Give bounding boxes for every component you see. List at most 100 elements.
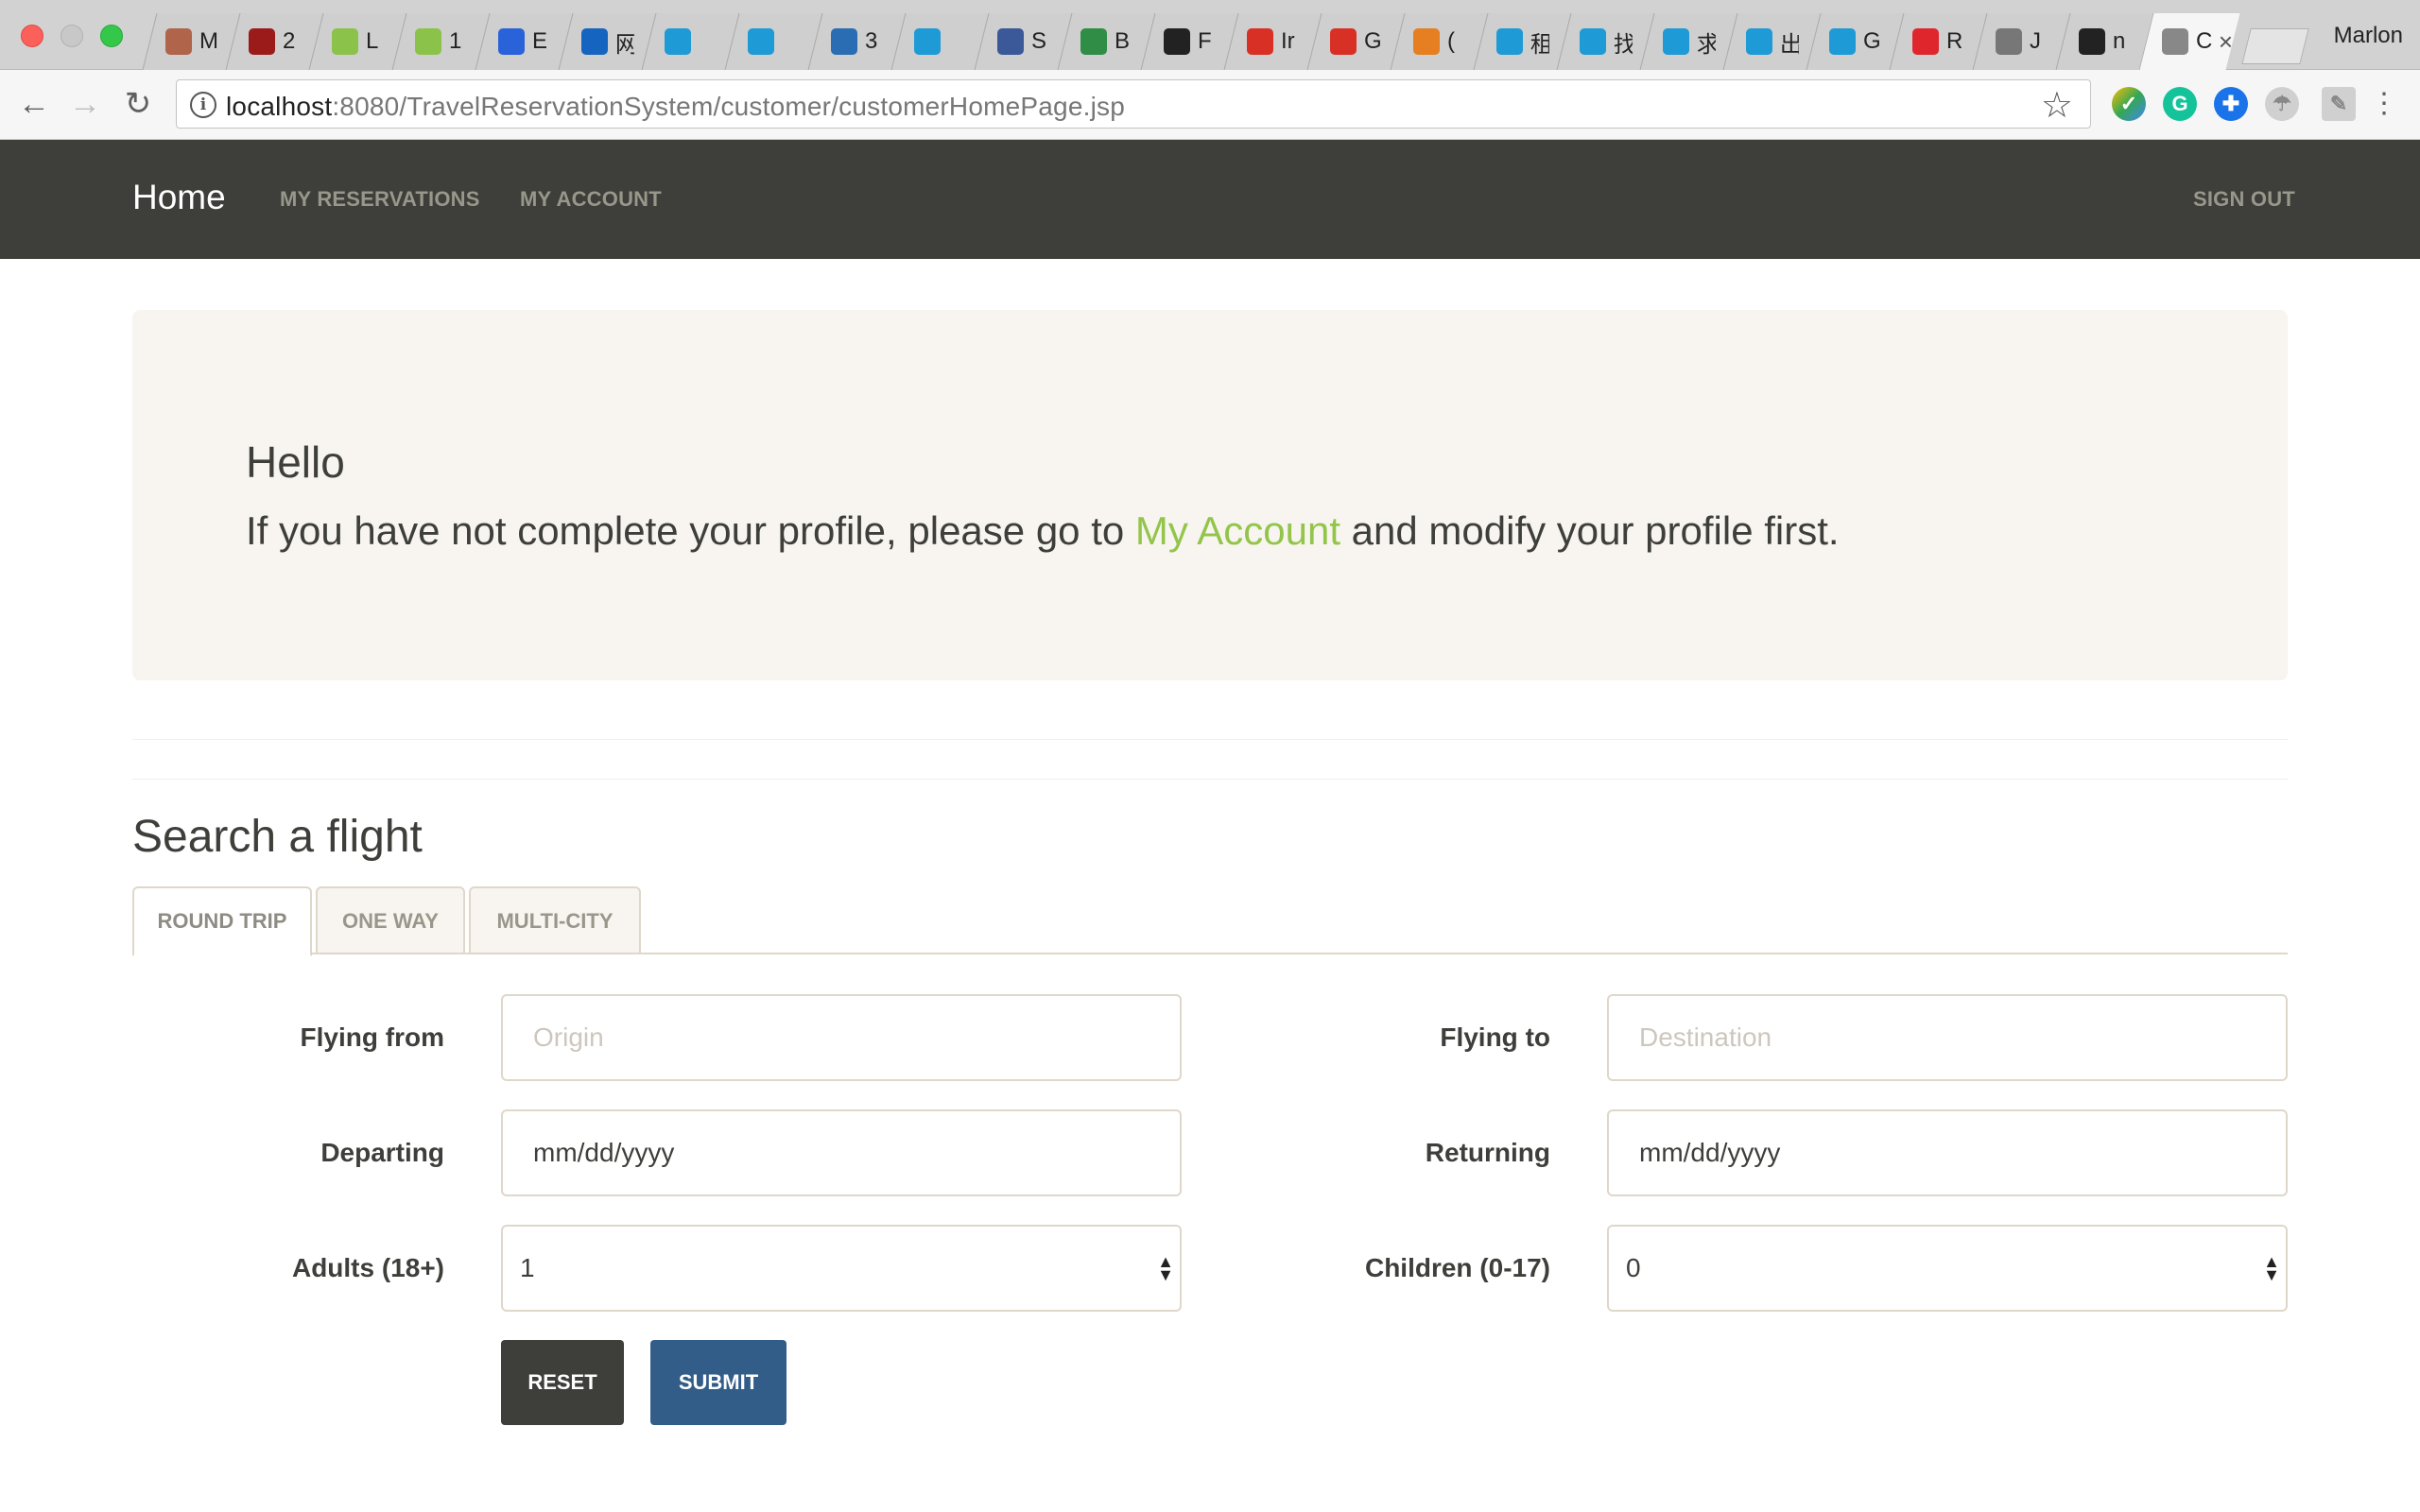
browser-tab-title: E [532, 28, 548, 54]
returning-date-input[interactable]: mm/dd/yyyy [1607, 1109, 2288, 1196]
flight-type-tabs: ROUND TRIP ONE WAY MULTI-CITY [132, 886, 2288, 956]
adults-select[interactable]: 1 ▲ ▼ [501, 1225, 1182, 1312]
facebook-icon [997, 28, 1024, 55]
parachute-extension-icon[interactable]: ☂ [2265, 87, 2299, 121]
browser-tab[interactable]: B [1057, 13, 1155, 70]
new-tab-button[interactable] [2241, 28, 2309, 64]
zoom-window-button[interactable] [100, 25, 123, 47]
flying-to-label: Flying to [1440, 1022, 1550, 1052]
url-text[interactable]: localhost:8080/TravelReservationSystem/c… [226, 92, 1125, 122]
nav-my-account-link[interactable]: MY ACCOUNT [520, 187, 662, 212]
browser-tab-title: 找 [1614, 31, 1633, 58]
nav-my-reservations-link[interactable]: MY RESERVATIONS [280, 187, 480, 212]
browser-tab[interactable]: F [1140, 13, 1238, 70]
tab-round-trip[interactable]: ROUND TRIP [132, 886, 312, 956]
browser-tab[interactable]: 3 [807, 13, 906, 70]
forward-arrow-icon[interactable]: → [68, 87, 102, 121]
browser-tab[interactable]: Ir [1223, 13, 1322, 70]
browser-tab[interactable]: 找 [1556, 13, 1654, 70]
departing-date-input[interactable]: mm/dd/yyyy [501, 1109, 1182, 1196]
browser-tab-title: 租 [1530, 31, 1549, 58]
browser-tab-title: R [1946, 28, 1963, 54]
fish-icon [914, 28, 941, 55]
browser-tab[interactable] [641, 13, 739, 70]
fish-icon [1496, 28, 1523, 55]
browser-tab-title: 求 [1697, 31, 1716, 58]
minimize-window-button[interactable] [60, 25, 83, 47]
gmail-icon [1330, 28, 1357, 55]
browser-tab-title: M [199, 28, 218, 54]
reset-button[interactable]: RESET [501, 1340, 624, 1425]
origin-input[interactable] [501, 994, 1182, 1081]
nav-sign-out-link[interactable]: SIGN OUT [2193, 187, 2295, 212]
browser-tab[interactable]: 网 [558, 13, 656, 70]
children-select[interactable]: 0 ▲ ▼ [1607, 1225, 2288, 1312]
browser-tab[interactable] [724, 13, 822, 70]
address-bar[interactable]: i localhost:8080/TravelReservationSystem… [176, 79, 2091, 129]
reload-icon[interactable]: ↻ [121, 87, 155, 121]
browser-tab[interactable]: R [1889, 13, 1987, 70]
fish-icon [748, 28, 774, 55]
my-account-link[interactable]: My Account [1135, 508, 1340, 553]
browser-tab-title: 出 [1780, 31, 1799, 58]
browser-toolbar: ← → ↻ i localhost:8080/TravelReservation… [0, 70, 2420, 140]
loading-icon [1413, 28, 1440, 55]
browser-tab[interactable]: 2 [225, 13, 323, 70]
wikipedia-icon [1164, 28, 1190, 55]
adults-selected-value: 1 [520, 1253, 535, 1282]
browser-tab-title: Ir [1281, 28, 1295, 54]
browser-tab[interactable] [890, 13, 989, 70]
divider [132, 779, 2288, 780]
tab-multi-city[interactable]: MULTI-CITY [469, 886, 641, 954]
grammarly-icon[interactable]: G [2163, 87, 2197, 121]
browser-tab-title: 3 [865, 28, 878, 54]
extension-plus-icon[interactable]: ✚ [2214, 87, 2248, 121]
menu-dots-icon[interactable]: ⋮ [2367, 87, 2401, 121]
browser-tab-title: S [1031, 28, 1047, 54]
browser-tab[interactable]: G [1806, 13, 1904, 70]
browser-tab-title: 2 [283, 28, 296, 54]
submit-button[interactable]: SUBMIT [650, 1340, 786, 1425]
browser-tab[interactable]: 出 [1722, 13, 1821, 70]
welcome-heading: Hello [246, 438, 345, 487]
nav-home-link[interactable]: Home [132, 178, 226, 217]
close-tab-icon[interactable]: × [2219, 27, 2233, 57]
browser-tab[interactable]: 求 [1639, 13, 1737, 70]
browser-tab[interactable]: L [308, 13, 406, 70]
browser-tab[interactable]: 租 [1473, 13, 1571, 70]
welcome-text-after: and modify your profile first. [1340, 508, 1840, 553]
extension-check-icon[interactable]: ✓ [2112, 87, 2146, 121]
browser-tab[interactable]: J [1972, 13, 2070, 70]
close-window-button[interactable] [21, 25, 43, 47]
browser-tab[interactable]: Cu × [2138, 13, 2240, 70]
browser-tab[interactable]: M [142, 13, 240, 70]
browser-tab[interactable]: S [974, 13, 1072, 70]
departing-label: Departing [320, 1138, 444, 1167]
back-arrow-icon[interactable]: ← [17, 87, 51, 121]
fish-icon [1580, 28, 1606, 55]
fish-icon [1829, 28, 1856, 55]
oracle-icon [1912, 28, 1939, 55]
profile-name[interactable]: Marlon [2334, 23, 2403, 49]
infinity-icon [831, 28, 857, 55]
bookmark-star-icon[interactable]: ☆ [2041, 84, 2073, 127]
browser-tab[interactable]: ( [1390, 13, 1488, 70]
browser-tab-title: B [1115, 28, 1131, 54]
browser-tab[interactable]: 1 [391, 13, 490, 70]
tab-one-way[interactable]: ONE WAY [316, 886, 465, 954]
select-arrows-icon: ▲ ▼ [1157, 1252, 1174, 1284]
site-info-icon[interactable]: i [190, 92, 216, 118]
c-icon [249, 28, 275, 55]
browser-tab[interactable]: E [475, 13, 573, 70]
browser-tab[interactable]: n [2055, 13, 2153, 70]
welcome-jumbotron: Hello If you have not complete your prof… [132, 310, 2288, 680]
pdf-extension-icon[interactable]: ✎ [2322, 87, 2356, 121]
browser-tab-title: ( [1447, 28, 1455, 54]
telecom-icon [581, 28, 608, 55]
fish-icon [665, 28, 691, 55]
flying-from-label: Flying from [300, 1022, 444, 1052]
browser-tab-title: L [366, 28, 379, 54]
browser-tab-title: F [1198, 28, 1212, 54]
browser-tab[interactable]: G [1306, 13, 1405, 70]
destination-input[interactable] [1607, 994, 2288, 1081]
